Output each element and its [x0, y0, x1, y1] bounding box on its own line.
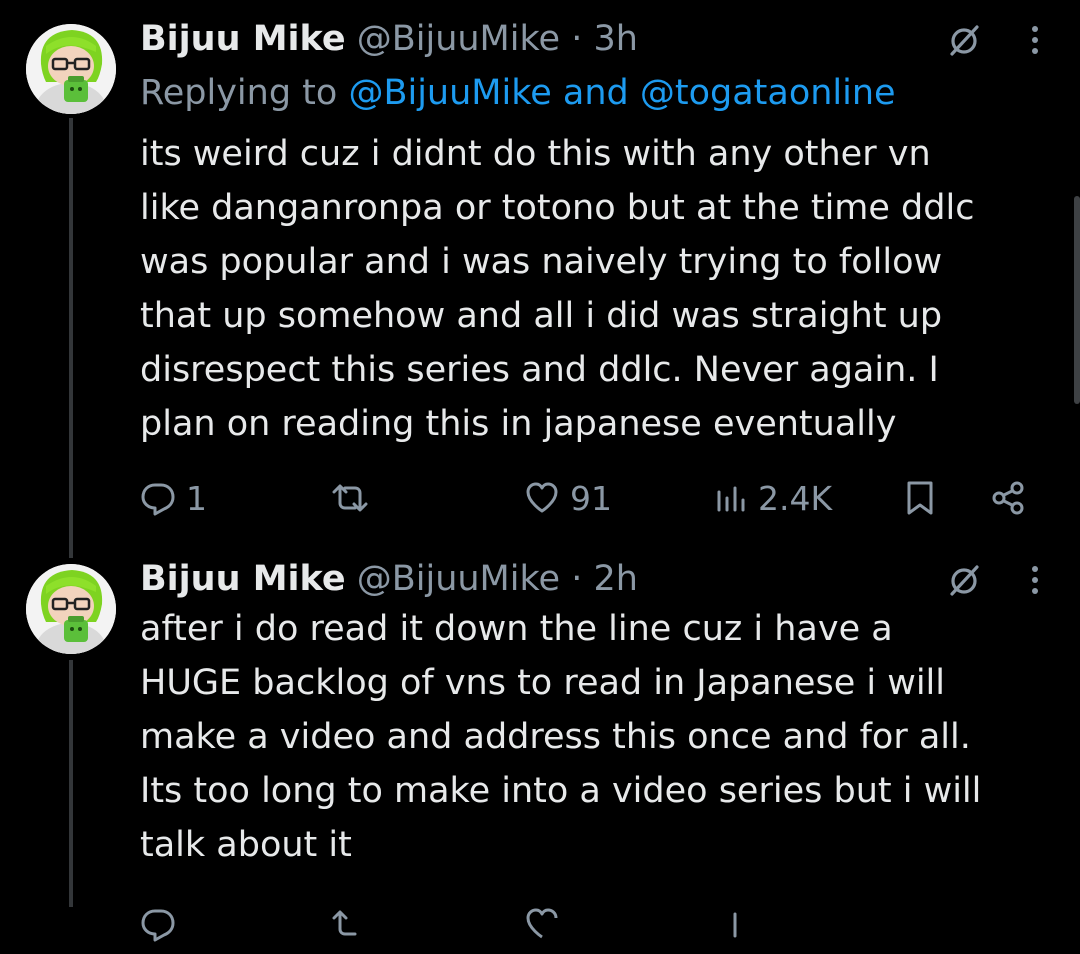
- reply-button[interactable]: [140, 894, 176, 954]
- separator: ·: [571, 19, 583, 59]
- retweet-icon: [332, 484, 368, 512]
- display-name[interactable]: Bijuu Mike: [140, 19, 346, 59]
- tweet-header: Bijuu Mike @BijuuMike · 2h: [140, 554, 638, 604]
- tweet-actions: [0, 894, 1080, 954]
- timestamp[interactable]: 2h: [593, 559, 637, 599]
- heart-icon: [526, 482, 558, 513]
- user-handle[interactable]: @BijuuMike: [357, 559, 560, 599]
- heart-icon: [526, 908, 558, 939]
- bookmark-icon: [907, 481, 933, 515]
- slashed-circle-icon: [950, 25, 979, 56]
- views-button[interactable]: [714, 894, 748, 954]
- avatar[interactable]: [26, 24, 116, 114]
- like-count: 91: [570, 478, 612, 518]
- retweet-icon: [332, 910, 357, 936]
- views-button[interactable]: 2.4K: [714, 468, 832, 528]
- views-icon: [717, 486, 745, 512]
- replying-to-label: Replying to: [140, 73, 349, 113]
- tweet-1[interactable]: Bijuu Mike @BijuuMike · 3h Replying to @…: [0, 14, 1080, 524]
- view-count: 2.4K: [758, 478, 833, 518]
- bookmark-button[interactable]: [904, 468, 936, 528]
- more-options-button[interactable]: [1020, 20, 1050, 60]
- like-button[interactable]: [524, 894, 560, 954]
- timestamp[interactable]: 3h: [593, 19, 637, 59]
- tweet-text: after i do read it down the line cuz i h…: [140, 609, 982, 865]
- like-button[interactable]: 91: [524, 468, 612, 528]
- retweet-button[interactable]: [330, 894, 370, 954]
- replying-to: Replying to @BijuuMike and @togataonline: [140, 68, 896, 118]
- reply-count: 1: [186, 478, 207, 518]
- more-options-button[interactable]: [1020, 560, 1050, 600]
- reply-icon: [141, 909, 175, 942]
- more-vertical-icon: [1032, 566, 1038, 594]
- more-vertical-icon: [1032, 26, 1038, 54]
- scrollbar[interactable]: [1074, 196, 1080, 404]
- reply-icon: [141, 483, 175, 516]
- grok-button[interactable]: [944, 560, 984, 600]
- share-icon: [992, 481, 1024, 515]
- views-icon: [733, 912, 737, 938]
- replying-to-users[interactable]: @BijuuMike and @togataonline: [348, 73, 895, 113]
- tweet-header: Bijuu Mike @BijuuMike · 3h: [140, 14, 638, 64]
- tweet-text: its weird cuz i didnt do this with any o…: [140, 134, 975, 444]
- tweet-2[interactable]: Bijuu Mike @BijuuMike · 2h after i do re…: [0, 554, 1080, 942]
- reply-button[interactable]: 1: [140, 468, 207, 528]
- grok-button[interactable]: [944, 20, 984, 60]
- share-button[interactable]: [990, 468, 1026, 528]
- display-name[interactable]: Bijuu Mike: [140, 559, 346, 599]
- tweet-actions: 1 91 2.4K: [0, 468, 1080, 528]
- user-handle[interactable]: @BijuuMike: [357, 19, 560, 59]
- avatar[interactable]: [26, 564, 116, 654]
- separator: ·: [571, 559, 583, 599]
- slashed-circle-icon: [950, 565, 979, 596]
- retweet-button[interactable]: [330, 468, 380, 528]
